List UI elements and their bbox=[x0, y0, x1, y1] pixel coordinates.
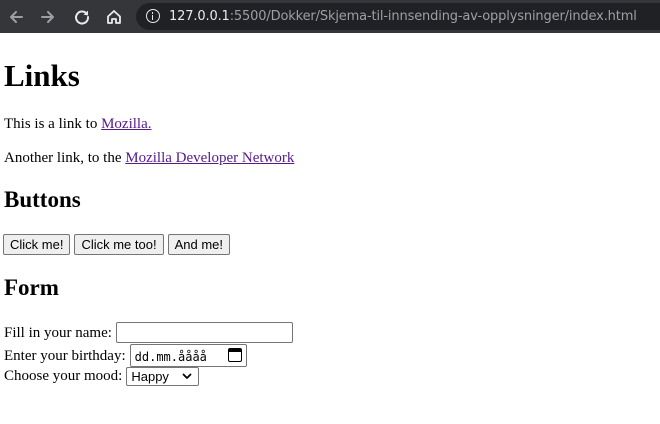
birthday-placeholder: dd.mm.åååå bbox=[134, 350, 207, 364]
address-bar[interactable]: 127.0.0.1:5500/Dokker/Skjema-til-innsend… bbox=[136, 3, 660, 30]
mood-selected-value: Happy bbox=[131, 368, 169, 384]
home-icon bbox=[107, 10, 121, 24]
browser-toolbar: 127.0.0.1:5500/Dokker/Skjema-til-innsend… bbox=[0, 0, 660, 33]
forward-button[interactable] bbox=[36, 5, 60, 29]
birthday-input[interactable]: dd.mm.åååå bbox=[129, 344, 247, 367]
url-host: 127.0.0.1 bbox=[169, 9, 230, 24]
mozilla-link[interactable]: Mozilla. bbox=[101, 116, 151, 132]
arrow-left-icon bbox=[10, 11, 23, 23]
click-me-too-button[interactable]: Click me too! bbox=[74, 234, 164, 255]
link-paragraph-1: This is a link to Mozilla. bbox=[4, 115, 152, 133]
arrow-right-icon bbox=[41, 11, 54, 23]
calendar-icon[interactable] bbox=[227, 348, 242, 362]
buttons-heading: Buttons bbox=[4, 187, 81, 212]
reload-icon bbox=[75, 10, 90, 25]
chevron-down-icon bbox=[182, 373, 192, 379]
birthday-label: Enter your birthday: bbox=[4, 347, 126, 364]
mdn-link[interactable]: Mozilla Developer Network bbox=[125, 150, 294, 166]
link-paragraph-1-text: This is a link to bbox=[4, 116, 102, 132]
click-me-button[interactable]: Click me! bbox=[3, 234, 71, 255]
name-input[interactable] bbox=[115, 322, 293, 343]
links-heading: Links bbox=[4, 58, 80, 93]
link-paragraph-2: Another link, to the Mozilla Developer N… bbox=[4, 149, 294, 167]
mood-row: Choose your mood: Happy bbox=[4, 366, 200, 386]
url-path: :5500/Dokker/Skjema-til-innsending-av-op… bbox=[229, 9, 637, 24]
page-content: Links This is a link to Mozilla. Another… bbox=[0, 33, 660, 424]
back-button[interactable] bbox=[4, 5, 28, 29]
and-me-button[interactable]: And me! bbox=[167, 234, 231, 255]
form-heading: Form bbox=[4, 275, 59, 300]
mood-label: Choose your mood: bbox=[4, 368, 123, 384]
reload-button[interactable] bbox=[70, 5, 94, 29]
url-text: 127.0.0.1:5500/Dokker/Skjema-til-innsend… bbox=[169, 8, 637, 25]
mood-select[interactable]: Happy bbox=[126, 366, 200, 386]
info-icon[interactable] bbox=[146, 9, 160, 23]
button-row: Click me! Click me too! And me! bbox=[3, 234, 231, 255]
birthday-row: Enter your birthday: dd.mm.åååå bbox=[4, 344, 247, 367]
link-paragraph-2-text: Another link, to the bbox=[4, 150, 126, 166]
name-row: Fill in your name: bbox=[4, 322, 293, 343]
name-label: Fill in your name: bbox=[4, 324, 112, 341]
home-button[interactable] bbox=[102, 5, 126, 29]
